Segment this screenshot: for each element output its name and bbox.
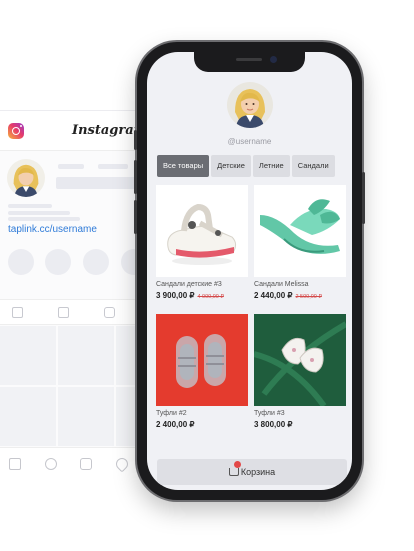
current-price: 2 400,00 ₽ xyxy=(156,420,195,429)
product-card[interactable]: Туфли #3 3 800,00 ₽ xyxy=(254,314,346,429)
story-highlight[interactable] xyxy=(8,249,34,275)
instagram-avatar xyxy=(7,159,45,197)
product-price: 2 440,00 ₽2 500,00 ₽ xyxy=(254,291,346,300)
old-price: 2 500,00 ₽ xyxy=(295,294,322,300)
tab-sandals[interactable]: Сандали xyxy=(291,155,335,177)
tab-summer[interactable]: Летние xyxy=(252,155,290,177)
bio-link[interactable]: taplink.cc/username xyxy=(8,224,97,235)
phone-side-button xyxy=(134,160,137,194)
product-card[interactable]: Сандали Melissa 2 440,00 ₽2 500,00 ₽ xyxy=(254,185,346,300)
product-price: 2 400,00 ₽ xyxy=(156,420,248,429)
search-icon[interactable] xyxy=(45,458,57,470)
product-name: Сандали детские #3 xyxy=(156,281,222,288)
phone-mockup: @username Все товары Детские Летние Сандали xyxy=(134,42,365,500)
home-icon[interactable] xyxy=(9,458,21,470)
post-thumbnail[interactable] xyxy=(0,387,56,446)
grid-icon[interactable] xyxy=(12,307,23,318)
profile-avatar xyxy=(227,82,273,128)
tab-all-products[interactable]: Все товары xyxy=(157,155,210,177)
product-image[interactable] xyxy=(156,314,248,406)
phone-screen: @username Все товары Детские Летние Сандали xyxy=(147,52,352,490)
product-price: 3 800,00 ₽ xyxy=(254,420,346,429)
cart-icon xyxy=(228,461,241,476)
current-price: 2 440,00 ₽ xyxy=(254,291,293,300)
bio-line-placeholder xyxy=(8,211,70,215)
product-name: Сандали Melissa xyxy=(254,281,309,288)
old-price: 4 000,00 ₽ xyxy=(197,294,224,300)
product-image[interactable] xyxy=(254,314,346,406)
tagged-icon[interactable] xyxy=(104,307,115,318)
instagram-tabs xyxy=(0,299,150,325)
heart-icon[interactable] xyxy=(113,455,131,473)
cart-button[interactable]: Корзина xyxy=(157,459,347,485)
bio-line-placeholder xyxy=(8,217,80,221)
product-image[interactable] xyxy=(156,185,248,277)
phone-side-button xyxy=(362,172,365,224)
instagram-profile-preview: Instagram taplink.cc/username xyxy=(0,110,172,481)
product-name: Туфли #3 xyxy=(254,410,285,417)
product-price: 3 900,00 ₽4 000,00 ₽ xyxy=(156,291,248,300)
product-card[interactable]: Туфли #2 2 400,00 ₽ xyxy=(156,314,248,429)
current-price: 3 900,00 ₽ xyxy=(156,291,195,300)
instagram-header: Instagram xyxy=(0,111,150,151)
bio-line-placeholder xyxy=(8,204,52,208)
post-thumbnail[interactable] xyxy=(58,387,114,446)
cart-label: Корзина xyxy=(240,467,276,477)
stat-placeholder xyxy=(98,164,128,169)
igtv-icon[interactable] xyxy=(58,307,69,318)
stat-placeholder xyxy=(58,164,84,169)
stage: Instagram taplink.cc/username @username … xyxy=(0,0,414,551)
tab-kids[interactable]: Детские xyxy=(211,155,251,177)
instagram-post-grid xyxy=(0,326,172,446)
phone-side-button xyxy=(134,130,137,150)
product-name: Туфли #2 xyxy=(156,410,187,417)
instagram-bottom-nav xyxy=(0,447,150,481)
current-price: 3 800,00 ₽ xyxy=(254,420,293,429)
story-highlight[interactable] xyxy=(45,249,71,275)
story-highlight[interactable] xyxy=(83,249,109,275)
cart-badge xyxy=(233,461,241,468)
post-thumbnail[interactable] xyxy=(58,326,114,385)
instagram-logo-icon xyxy=(8,122,24,139)
post-thumbnail[interactable] xyxy=(0,326,56,385)
category-tabs: Все товары Детские Летние Сандали xyxy=(157,155,347,177)
profile-username: @username xyxy=(227,137,272,146)
speaker-grille xyxy=(236,58,262,61)
phone-side-button xyxy=(134,200,137,234)
product-card[interactable]: Сандали детские #3 3 900,00 ₽4 000,00 ₽ xyxy=(156,185,248,300)
front-camera xyxy=(270,56,277,63)
add-post-icon[interactable] xyxy=(80,458,92,470)
product-image[interactable] xyxy=(254,185,346,277)
phone-notch xyxy=(194,52,305,72)
